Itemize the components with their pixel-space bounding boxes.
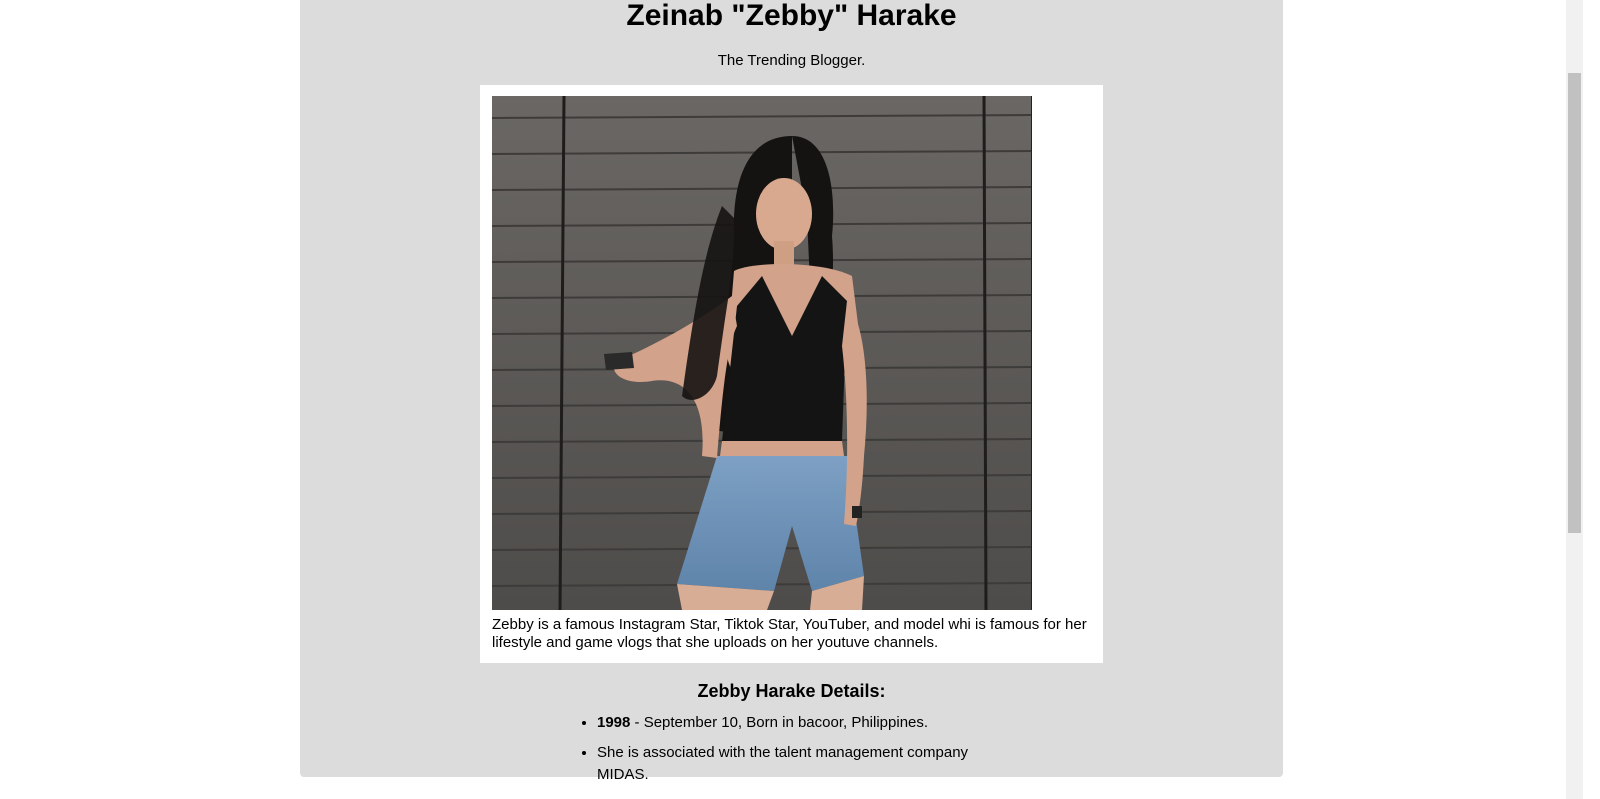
profile-photo-illustration [492,96,1031,610]
page-tagline: The Trending Blogger. [717,52,866,69]
profile-photo [492,96,1032,610]
tribute-panel: Zeinab "Zebby" Harake The Trending Blogg… [300,0,1283,783]
details-list: 1998 - September 10, Born in bacoor, Phi… [580,712,997,794]
list-item: 1998 - September 10, Born in bacoor, Phi… [597,712,997,734]
details-heading: Zebby Harake Details: [697,681,886,701]
fact-text: She is associated with the talent manage… [597,744,969,783]
page: Zeinab "Zebby" Harake The Trending Blogg… [0,0,1583,799]
profile-figure: Zebby is a famous Instagram Star, Tiktok… [480,85,1103,663]
profile-caption: Zebby is a famous Instagram Star, Tiktok… [492,616,1087,651]
scrollbar-thumb[interactable] [1568,73,1581,533]
fact-year: 1998 [597,714,631,731]
vertical-scrollbar[interactable] [1566,0,1583,799]
fact-text: - September 10, Born in bacoor, Philippi… [630,714,929,731]
list-item: She is associated with the talent manage… [597,742,997,786]
page-title: Zeinab "Zebby" Harake [626,0,957,32]
